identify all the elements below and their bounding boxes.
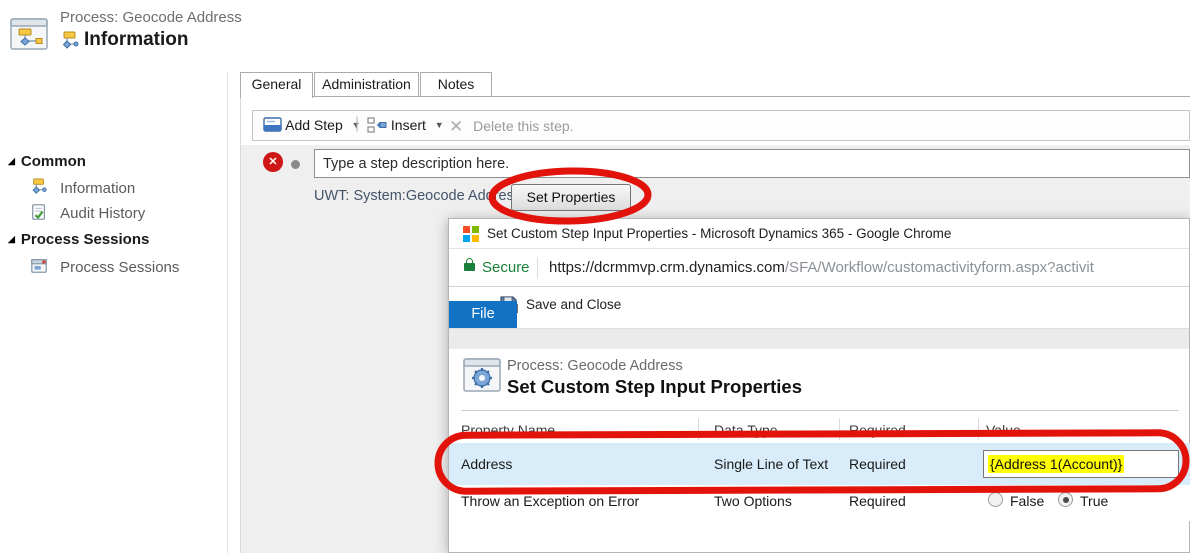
process-window-icon: [9, 15, 51, 57]
page-title: Information: [84, 29, 189, 51]
sidebar-item-label: Audit History: [60, 205, 145, 222]
insert-label: Insert: [391, 117, 426, 133]
process-sessions-icon: [30, 257, 48, 275]
delete-step-button[interactable]: ✕ Delete this step.: [449, 117, 574, 137]
radio-false[interactable]: [988, 492, 1003, 507]
secure-label: Secure: [482, 259, 530, 276]
delete-step-label: Delete this step.: [473, 118, 573, 134]
column-header-required: Required: [849, 422, 906, 438]
workflow-icon: [30, 178, 48, 196]
popup-process-label: Process: Geocode Address: [507, 358, 683, 374]
url-divider: [537, 257, 538, 279]
tab-notes[interactable]: Notes: [420, 72, 492, 97]
radio-false-label: False: [1010, 493, 1044, 509]
step-toolbar: Add Step ▼ | Insert ▼ ✕ Delete this step…: [252, 110, 1190, 141]
column-header-property-name: Property Name: [461, 422, 555, 438]
sidebar-group-process-sessions[interactable]: ◢ Process Sessions: [8, 231, 149, 248]
delete-x-icon: ✕: [449, 117, 463, 136]
add-step-button[interactable]: Add Step ▼: [263, 117, 361, 133]
tab-administration[interactable]: Administration: [314, 72, 419, 97]
radio-true[interactable]: [1058, 492, 1073, 507]
sidebar-group-label: Process Sessions: [21, 231, 149, 248]
step-bullet-icon: [291, 160, 300, 169]
property-name-cell: Address: [461, 456, 512, 472]
chevron-down-icon: ▼: [435, 120, 444, 130]
data-type-cell: Two Options: [714, 493, 792, 509]
url-domain: https://dcrmmvp.crm.dynamics.com: [549, 259, 785, 276]
secure-lock-icon[interactable]: [464, 263, 475, 271]
address-value-input[interactable]: {Address 1(Account)}: [983, 450, 1179, 478]
collapse-triangle-icon: ◢: [8, 156, 15, 166]
address-value-highlighted: {Address 1(Account)}: [988, 455, 1124, 473]
sidebar-group-common[interactable]: ◢ Common: [8, 153, 86, 170]
column-header-value: Value: [986, 422, 1021, 438]
add-step-label: Add Step: [285, 117, 343, 133]
ribbon-strip: [449, 328, 1189, 349]
column-divider: [978, 418, 979, 440]
table-row-throw-exception[interactable]: Throw an Exception on Error Two Options …: [449, 485, 1190, 521]
popup-divider: [461, 410, 1179, 411]
required-cell: Required: [849, 456, 906, 472]
sidebar-item-audit-history[interactable]: Audit History: [30, 203, 145, 225]
set-properties-popup-window: Set Custom Step Input Properties - Micro…: [448, 218, 1190, 553]
step-name-label: UWT: System:Geocode Address: [314, 188, 521, 204]
set-properties-button[interactable]: Set Properties: [511, 184, 631, 211]
popup-window-title: Set Custom Step Input Properties - Micro…: [487, 226, 951, 241]
data-type-cell: Single Line of Text: [714, 456, 828, 472]
url-path: /SFA/Workflow/customactivityform.aspx?ac…: [785, 259, 1094, 276]
insert-button[interactable]: Insert ▼: [367, 117, 444, 133]
popup-heading: Set Custom Step Input Properties: [507, 376, 802, 398]
property-name-cell: Throw an Exception on Error: [461, 493, 639, 509]
add-step-icon: [263, 117, 282, 133]
set-properties-form-icon: [462, 355, 502, 397]
column-divider: [839, 418, 840, 440]
radio-true-label: True: [1080, 493, 1108, 509]
information-workflow-icon: [60, 31, 80, 51]
sidebar-item-label: Information: [60, 180, 135, 197]
microsoft-logo-icon: [463, 226, 479, 242]
step-error-icon: ✕: [263, 152, 283, 172]
collapse-triangle-icon: ◢: [8, 234, 15, 244]
column-divider: [698, 418, 699, 440]
sidebar-item-process-sessions[interactable]: Process Sessions: [30, 257, 179, 279]
sidebar-group-label: Common: [21, 153, 86, 170]
file-tab[interactable]: File: [449, 301, 517, 328]
url-text[interactable]: https://dcrmmvp.crm.dynamics.com/SFA/Wor…: [549, 259, 1094, 276]
audit-history-icon: [30, 203, 48, 221]
save-and-close-label: Save and Close: [526, 297, 621, 312]
column-header-data-type: Data Type: [714, 422, 778, 438]
sidebar-item-label: Process Sessions: [60, 259, 179, 276]
required-cell: Required: [849, 493, 906, 509]
table-row-address[interactable]: Address Single Line of Text Required {Ad…: [449, 443, 1190, 485]
step-description-input[interactable]: [314, 149, 1190, 178]
insert-icon: [367, 117, 387, 133]
address-bar[interactable]: Secure https://dcrmmvp.crm.dynamics.com/…: [449, 249, 1189, 287]
app-window: Process: Geocode Address Information ◢ Co…: [0, 0, 1190, 553]
sidebar-item-information[interactable]: Information: [30, 178, 135, 200]
popup-title-bar: Set Custom Step Input Properties - Micro…: [449, 219, 1189, 249]
breadcrumb-process-label: Process: Geocode Address: [60, 9, 242, 26]
tab-general[interactable]: General: [240, 72, 313, 98]
toolbar-divider: |: [355, 115, 359, 133]
sidebar: ◢ Common Information Audit History ◢ Proce…: [0, 72, 228, 553]
